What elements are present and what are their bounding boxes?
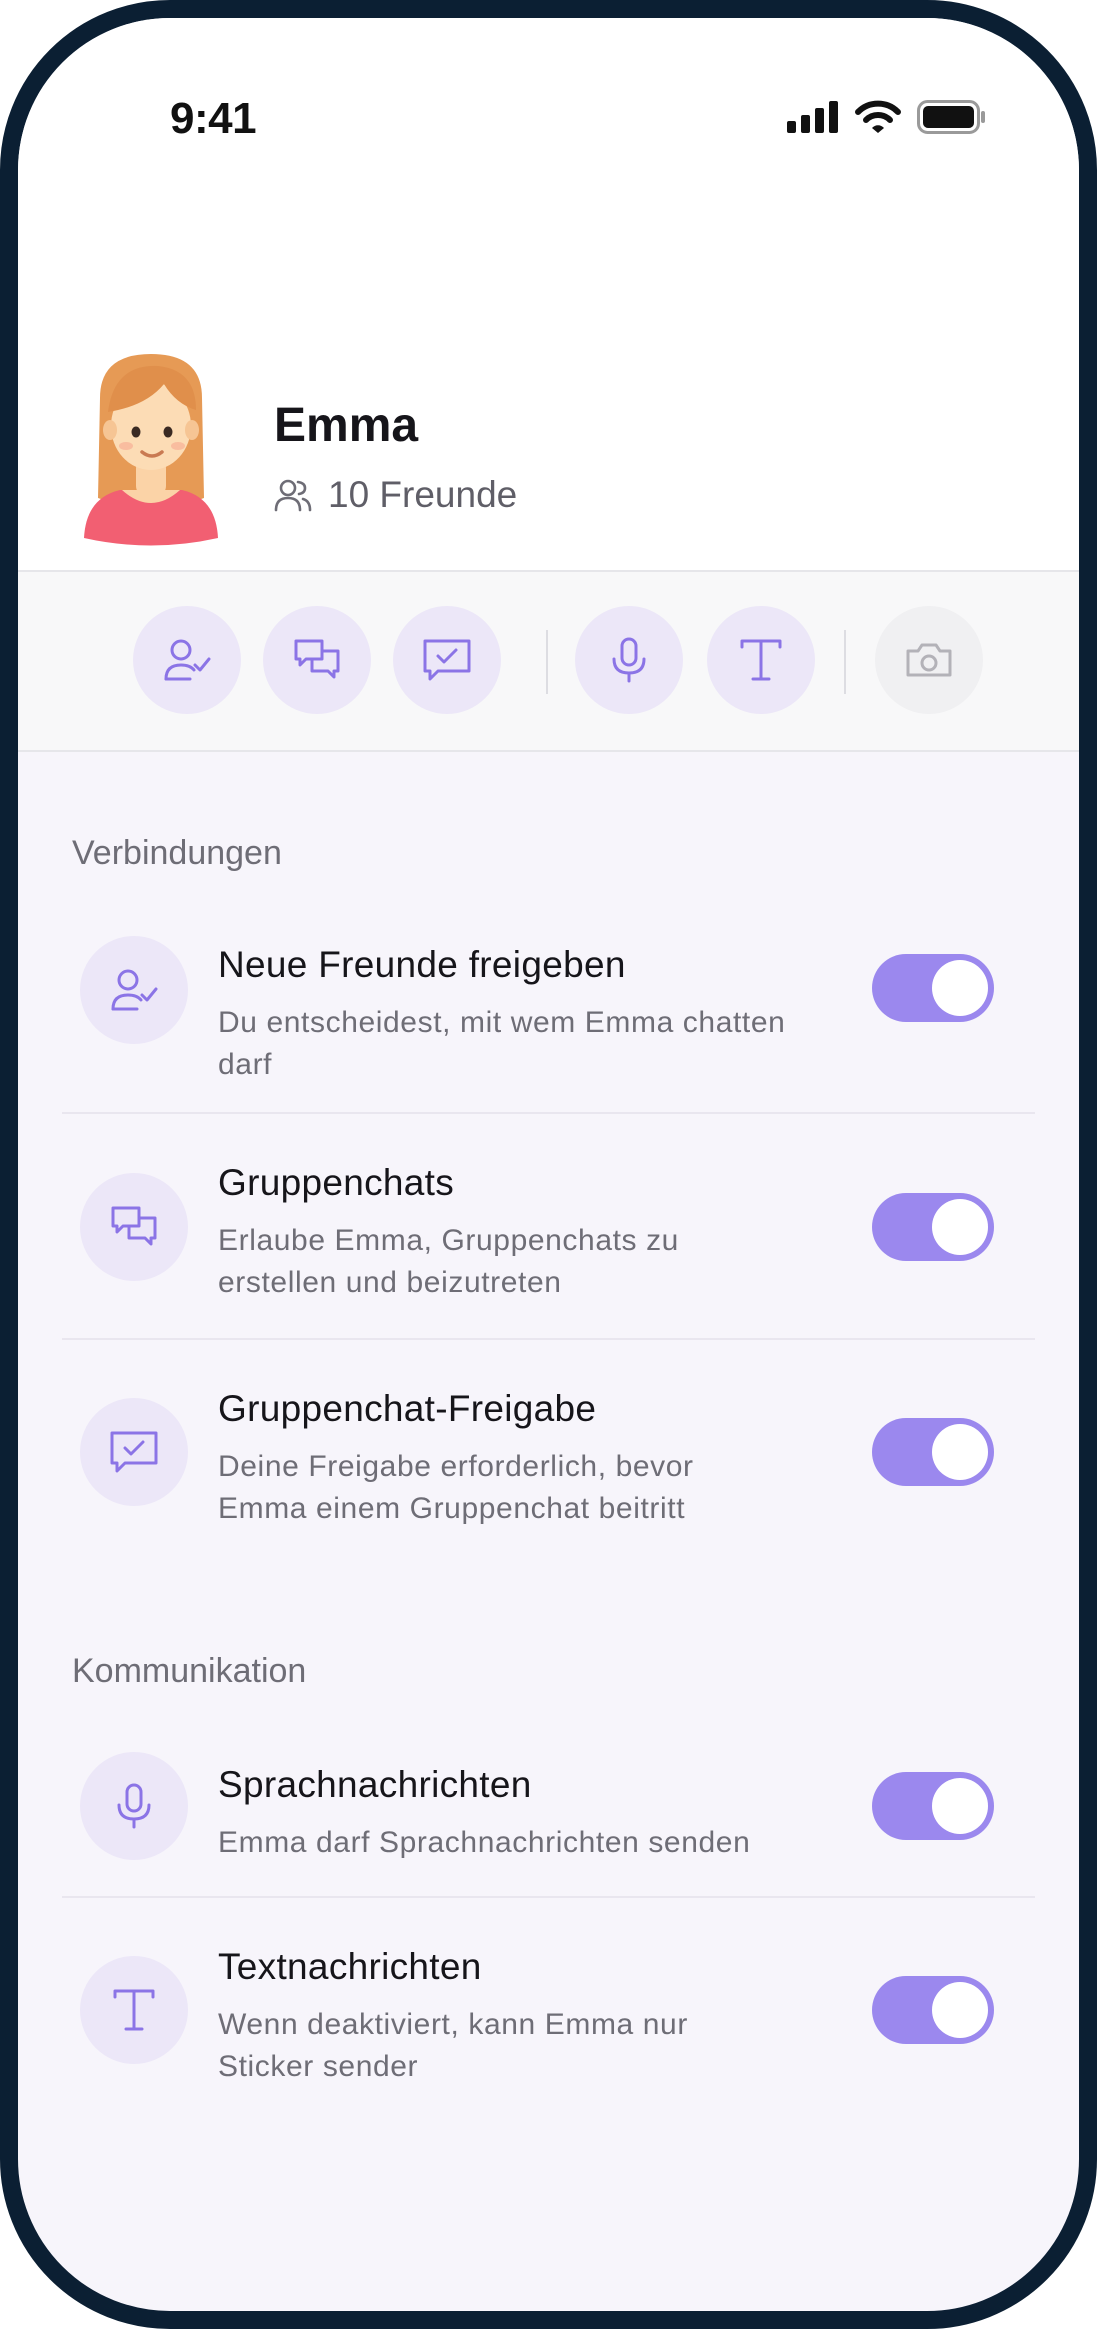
status-time: 9:41 [170, 94, 257, 143]
toggle-neue-freunde-freigeben[interactable] [872, 954, 994, 1022]
setting-description: Du entscheidest, mit wem Emma chatten da… [218, 1006, 786, 1081]
profile-header: 9:41 Emma 10 Freunde [18, 18, 1079, 570]
toggle-sprachnachrichten[interactable] [872, 1772, 994, 1840]
toolbar-divider [844, 630, 846, 694]
avatar [84, 354, 218, 546]
microphone-icon [117, 1783, 151, 1829]
row-divider [62, 1896, 1035, 1898]
toggle-textnachrichten[interactable] [872, 1976, 994, 2044]
toggle-knob [932, 1982, 988, 2038]
quick-toggle-toolbar [18, 570, 1079, 752]
setting-description: Deine Freigabe erforderlich, bevor Emma … [218, 1450, 694, 1525]
group-chat-approval-toolbar-button[interactable] [393, 606, 501, 714]
setting-title: Neue Freunde freigeben [218, 944, 626, 985]
toggle-gruppenchat-freigabe[interactable] [872, 1418, 994, 1486]
profile-name: Emma [274, 399, 419, 452]
chat-check-icon [110, 1431, 158, 1473]
battery-icon [917, 100, 985, 134]
setting-icon-badge [80, 1956, 188, 2064]
row-divider [62, 1112, 1035, 1114]
camera-toolbar-button[interactable] [875, 606, 983, 714]
microphone-icon [612, 637, 646, 683]
setting-icon-badge [80, 1398, 188, 1506]
group-chat-toolbar-button[interactable] [263, 606, 371, 714]
users-icon [274, 479, 312, 512]
toolbar-divider [546, 630, 548, 694]
text-icon [113, 1989, 155, 2031]
toggle-knob [932, 1424, 988, 1480]
setting-description: Wenn deaktiviert, kann Emma nur Sticker … [218, 2008, 688, 2083]
setting-title: Gruppenchats [218, 1162, 455, 1203]
text-icon [740, 639, 782, 681]
toggle-knob [932, 1199, 988, 1255]
user-check-icon [111, 969, 158, 1011]
row-divider [62, 1338, 1035, 1340]
setting-description: Emma darf Sprachnachrichten senden [218, 1826, 751, 1859]
setting-icon-badge [80, 1173, 188, 1281]
camera-icon [906, 643, 952, 677]
setting-title: Gruppenchat-Freigabe [218, 1388, 597, 1429]
section-heading-verbindungen: Verbindungen [72, 834, 282, 872]
user-check-icon [164, 639, 211, 681]
cellular-signal-icon [787, 101, 838, 133]
chat-bubbles-icon [111, 1206, 157, 1246]
status-icons [787, 100, 987, 134]
section-heading-kommunikation: Kommunikation [72, 1652, 307, 1690]
setting-icon-badge [80, 936, 188, 1044]
status-bar: 9:41 [18, 18, 1079, 143]
phone-frame: 9:41 Emma 10 Freunde Verbindungen Neue F… [0, 0, 1097, 2329]
chat-bubbles-icon [294, 639, 340, 679]
toggle-knob [932, 960, 988, 1016]
voice-message-toolbar-button[interactable] [575, 606, 683, 714]
wifi-icon [855, 100, 901, 133]
setting-icon-badge [80, 1752, 188, 1860]
setting-title: Textnachrichten [218, 1946, 482, 1987]
setting-title: Sprachnachrichten [218, 1764, 532, 1805]
toggle-knob [932, 1778, 988, 1834]
friends-count: 10 Freunde [328, 474, 518, 515]
text-message-toolbar-button[interactable] [707, 606, 815, 714]
friends-count-row[interactable]: 10 Freunde [274, 474, 517, 516]
toggle-gruppenchats[interactable] [872, 1193, 994, 1261]
setting-description: Erlaube Emma, Gruppenchats zu erstellen … [218, 1224, 679, 1299]
user-check-toolbar-button[interactable] [133, 606, 241, 714]
chat-check-icon [423, 639, 471, 681]
